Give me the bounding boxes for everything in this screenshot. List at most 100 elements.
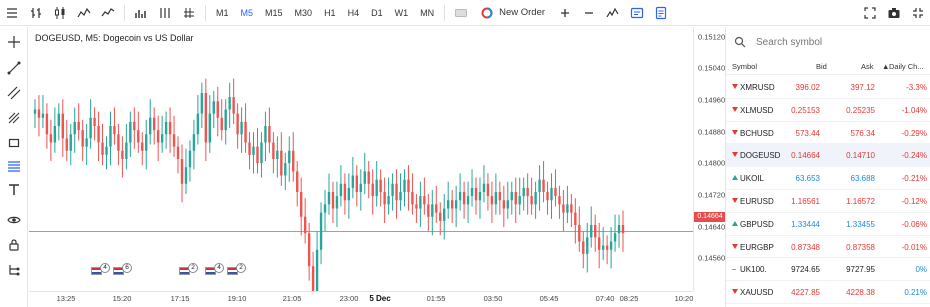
price-chart[interactable]: DOGEUSD, M5: Dogecoin vs US Dollar 4 6 2… bbox=[29, 27, 693, 291]
watchlist-row[interactable]: DOGEUSD 0.14664 0.14710 -0.24% bbox=[726, 144, 930, 168]
watchlist-row[interactable]: EURGBP 0.87348 0.87358 -0.01% bbox=[726, 236, 930, 259]
candle-body bbox=[216, 101, 219, 118]
economic-event-marker[interactable]: 4 bbox=[91, 263, 110, 275]
watchlist-row[interactable]: UKOIL 63.653 63.688 -0.21% bbox=[726, 167, 930, 190]
candle-body bbox=[137, 130, 140, 143]
row-daily-change: -0.06% bbox=[901, 219, 927, 229]
candle-body bbox=[69, 134, 72, 151]
row-daily-change: -3.3% bbox=[906, 83, 927, 92]
economic-event-marker[interactable]: 6 bbox=[113, 263, 132, 275]
menu-icon[interactable] bbox=[0, 0, 24, 26]
lock-icon[interactable] bbox=[5, 236, 23, 254]
timeframe-mn[interactable]: MN bbox=[414, 0, 440, 26]
pitchfork-icon[interactable] bbox=[5, 109, 23, 127]
economic-event-marker[interactable]: 2 bbox=[227, 263, 246, 275]
row-symbol: XAUUSD bbox=[740, 288, 774, 298]
grid-icon[interactable] bbox=[177, 0, 201, 26]
chart-symbol-title: DOGEUSD, M5: Dogecoin vs US Dollar bbox=[35, 33, 194, 43]
watchlist-row[interactable]: EURUSD 1.16561 1.16572 -0.12% bbox=[726, 190, 930, 213]
timeframe-m30[interactable]: M30 bbox=[289, 0, 319, 26]
candle-body bbox=[458, 192, 462, 201]
row-daily-change: -0.21% bbox=[901, 174, 927, 184]
line-chart-type-icon[interactable] bbox=[96, 0, 120, 26]
keyboard-icon[interactable] bbox=[449, 0, 473, 26]
channel-icon[interactable] bbox=[5, 84, 23, 102]
time-axis[interactable]: 13:25 15:20 17:15 19:10 21:05 23:00 5 De… bbox=[29, 291, 693, 307]
economic-event-marker[interactable]: 4 bbox=[205, 263, 224, 275]
fibonacci-icon[interactable] bbox=[5, 157, 23, 175]
zoom-out-icon[interactable] bbox=[577, 0, 601, 26]
timeframe-d1[interactable]: D1 bbox=[365, 0, 389, 26]
notes-icon[interactable] bbox=[649, 0, 673, 26]
rectangle-icon[interactable] bbox=[5, 134, 23, 152]
symbol-search[interactable]: Search symbol bbox=[726, 27, 930, 57]
header-ask[interactable]: Ask bbox=[861, 62, 874, 71]
new-order-button[interactable]: New Order bbox=[473, 0, 553, 26]
candle-body bbox=[582, 241, 585, 254]
candle-body bbox=[419, 196, 422, 209]
row-bid: 63.653 bbox=[795, 174, 820, 184]
price-label: 0.14720 bbox=[698, 190, 726, 200]
watchlist-row[interactable]: GBPUSD 1.33444 1.33455 -0.06% bbox=[726, 213, 930, 236]
candle-body bbox=[395, 183, 398, 201]
time-label: 10:20 bbox=[674, 294, 694, 303]
candle-body bbox=[383, 192, 386, 205]
price-axis[interactable]: 0.15120 0.15040 0.14960 0.14880 0.14800 … bbox=[693, 27, 726, 291]
timeframe-w1[interactable]: W1 bbox=[389, 0, 415, 26]
templates-icon[interactable] bbox=[625, 0, 649, 26]
indicators-icon[interactable] bbox=[601, 0, 625, 26]
neutral-dash-icon bbox=[732, 269, 736, 271]
candle-body bbox=[73, 121, 76, 135]
bar-chart-type-icon[interactable] bbox=[24, 0, 48, 26]
candle-body bbox=[53, 126, 57, 143]
header-symbol[interactable]: Symbol bbox=[732, 62, 757, 71]
trend-line-icon[interactable] bbox=[5, 59, 23, 77]
eye-icon[interactable] bbox=[5, 211, 23, 229]
row-ask: 0.14710 bbox=[846, 151, 875, 161]
area-chart-type-icon[interactable] bbox=[72, 0, 96, 26]
timeframe-h1[interactable]: H1 bbox=[318, 0, 342, 26]
watchlist-row[interactable]: XLMUSD 0.25153 0.25235 -1.04% bbox=[726, 99, 930, 122]
timeframe-h4[interactable]: H4 bbox=[342, 0, 366, 26]
fullscreen-exit-icon[interactable] bbox=[906, 0, 930, 26]
text-icon[interactable] bbox=[5, 181, 23, 199]
watchlist-row[interactable]: UK100. 9724.65 9727.95 0% bbox=[726, 258, 930, 282]
row-daily-change: 0% bbox=[915, 265, 927, 275]
time-label: 19:10 bbox=[227, 294, 247, 303]
zoom-in-icon[interactable] bbox=[553, 0, 577, 26]
timeframe-m1[interactable]: M1 bbox=[210, 0, 235, 26]
arrow-up-icon bbox=[732, 220, 738, 226]
candle-body bbox=[45, 113, 49, 135]
economic-event-marker[interactable]: 2 bbox=[179, 263, 198, 275]
screenshot-icon[interactable] bbox=[882, 0, 906, 26]
watchlist-row[interactable]: BCHUSD 573.44 576.34 -0.29% bbox=[726, 122, 930, 145]
candle-body bbox=[526, 187, 529, 197]
watchlist-row[interactable]: XMRUSD 396.02 397.12 -3.3% bbox=[726, 76, 930, 99]
timeframe-m5[interactable]: M5 bbox=[235, 0, 260, 26]
header-daily-change[interactable]: Daily Ch... bbox=[889, 62, 924, 71]
toolbar-separator bbox=[444, 4, 446, 21]
time-label: 13:25 bbox=[56, 294, 76, 303]
candle-body bbox=[530, 196, 533, 205]
candle-body bbox=[359, 183, 362, 192]
arrow-down-icon bbox=[732, 243, 738, 249]
timeframe-m15[interactable]: M15 bbox=[259, 0, 289, 26]
object-tree-icon[interactable] bbox=[5, 261, 23, 279]
top-toolbar: M1 M5 M15 M30 H1 H4 D1 W1 MN New Order bbox=[0, 0, 930, 26]
candlestick-chart-type-icon[interactable] bbox=[48, 0, 72, 26]
row-bid: 0.25153 bbox=[791, 105, 820, 115]
period-separators-icon[interactable] bbox=[153, 0, 177, 26]
row-daily-change: -0.29% bbox=[901, 128, 927, 138]
time-label: 15:20 bbox=[112, 294, 132, 303]
candle-body bbox=[538, 179, 541, 192]
candle-body bbox=[184, 167, 188, 184]
search-input[interactable]: Search symbol bbox=[756, 37, 822, 48]
volume-icon[interactable] bbox=[129, 0, 153, 26]
crosshair-icon[interactable] bbox=[5, 33, 23, 51]
fullscreen-icon[interactable] bbox=[858, 0, 882, 26]
candle-body bbox=[486, 183, 490, 197]
header-bid[interactable]: Bid bbox=[816, 62, 827, 71]
candle-body bbox=[578, 225, 581, 242]
candle-body bbox=[288, 150, 291, 164]
watchlist-row[interactable]: XAUUSD 4227.85 4228.38 0.21% bbox=[726, 281, 930, 304]
